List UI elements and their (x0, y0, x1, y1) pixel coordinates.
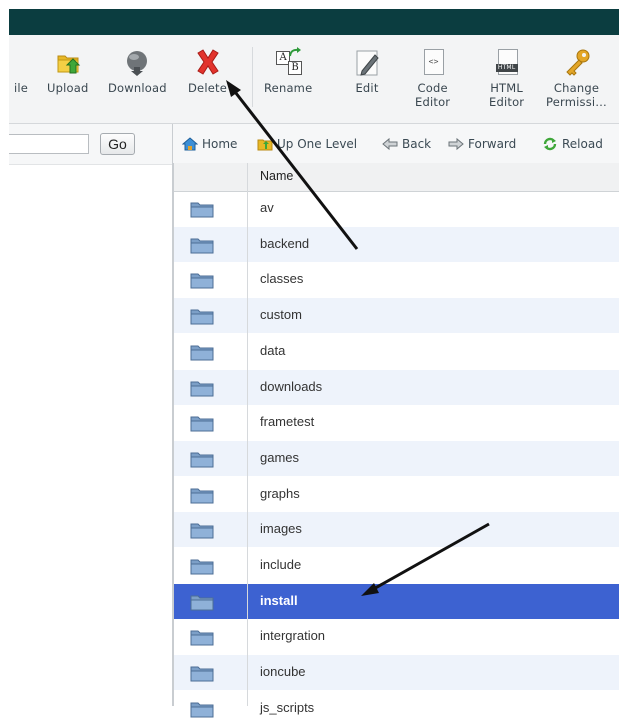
folder-icon (190, 272, 214, 289)
folder-icon (190, 665, 214, 682)
code-file-icon: <> (417, 47, 449, 77)
folder-icon (190, 415, 214, 432)
file-name: js_scripts (260, 699, 315, 715)
home-button[interactable]: Home (181, 136, 237, 152)
arrow-left-icon (382, 137, 398, 151)
folder-up-icon (257, 137, 273, 151)
table-row[interactable]: ioncube (174, 655, 619, 691)
file-name: games (260, 449, 300, 465)
folder-icon (190, 451, 214, 468)
file-name: install (260, 592, 298, 608)
file-name: downloads (260, 378, 323, 394)
table-row[interactable]: custom (174, 298, 619, 334)
file-name: images (260, 521, 302, 537)
forward-button[interactable]: Forward (448, 136, 516, 152)
navigation-bar: Home Up One Level Back Forward Reload (173, 124, 619, 164)
table-row[interactable]: backend (174, 226, 619, 262)
edit-button[interactable]: Edit (351, 47, 383, 95)
file-manager-toolbar: ile Upload Download Delete A B Rename Ed… (9, 35, 619, 124)
table-row[interactable]: classes (174, 262, 619, 297)
top-header-bar (9, 9, 619, 35)
table-header: Name (174, 163, 619, 192)
reload-button[interactable]: Reload (542, 136, 603, 152)
key-icon (561, 47, 593, 77)
table-row[interactable]: include (174, 548, 619, 583)
folder-icon (190, 594, 214, 611)
folder-icon (190, 344, 214, 361)
go-to-path-strip: Go (9, 124, 172, 165)
column-divider (247, 163, 248, 706)
table-row[interactable]: games (174, 440, 619, 476)
table-row[interactable]: intergration (174, 619, 619, 654)
back-button[interactable]: Back (382, 136, 431, 152)
file-name: custom (260, 307, 302, 323)
code-editor-button[interactable]: <> Code Editor (415, 47, 450, 109)
table-row[interactable]: graphs (174, 477, 619, 512)
edit-icon (351, 47, 383, 77)
file-name: frametest (260, 414, 315, 430)
file-name: data (260, 342, 286, 358)
table-row[interactable]: js_scripts (174, 691, 619, 726)
file-name: graphs (260, 485, 300, 501)
home-icon (181, 137, 199, 151)
folder-icon (190, 629, 214, 646)
folder-icon (190, 487, 214, 504)
table-row[interactable]: downloads (174, 369, 619, 405)
new-file-button[interactable]: ile (9, 47, 37, 95)
file-name: ioncube (260, 664, 306, 680)
delete-button[interactable]: Delete (188, 47, 227, 95)
folder-icon (190, 558, 214, 575)
table-row[interactable]: av (174, 191, 619, 226)
name-column-header[interactable]: Name (260, 169, 293, 183)
file-icon (9, 47, 37, 77)
upload-button[interactable]: Upload (47, 47, 89, 95)
table-row[interactable]: data (174, 334, 619, 369)
go-button[interactable]: Go (100, 133, 135, 155)
file-name: intergration (260, 628, 326, 644)
arrow-right-icon (448, 137, 464, 151)
toolbar-divider (252, 47, 253, 107)
folder-icon (190, 237, 214, 254)
file-list-table: Name av backend classes custom data downloads… (173, 163, 619, 718)
folder-icon (190, 701, 214, 718)
folder-icon (190, 380, 214, 397)
folder-icon (190, 522, 214, 539)
folder-icon (190, 308, 214, 325)
file-name: backend (260, 235, 310, 251)
reload-icon (542, 137, 558, 151)
html-file-icon: HTML (491, 47, 523, 77)
file-name: include (260, 557, 302, 572)
path-input[interactable] (9, 134, 89, 154)
directory-tree-pane: Go (9, 124, 172, 706)
up-one-level-button[interactable]: Up One Level (257, 136, 357, 152)
table-row[interactable]: install (174, 583, 619, 619)
change-permissions-button[interactable]: Change Permissi… (546, 47, 607, 109)
rename-button[interactable]: A B Rename (264, 47, 312, 95)
folder-icon (190, 201, 214, 218)
file-name: av (260, 200, 274, 215)
delete-x-icon (192, 47, 224, 77)
rename-icon: A B (272, 47, 304, 77)
table-row[interactable]: frametest (174, 405, 619, 440)
upload-icon (52, 47, 84, 77)
download-icon (121, 47, 153, 77)
download-button[interactable]: Download (108, 47, 167, 95)
table-row[interactable]: images (174, 512, 619, 548)
html-editor-button[interactable]: HTML HTML Editor (489, 47, 524, 109)
file-name: classes (260, 271, 304, 287)
